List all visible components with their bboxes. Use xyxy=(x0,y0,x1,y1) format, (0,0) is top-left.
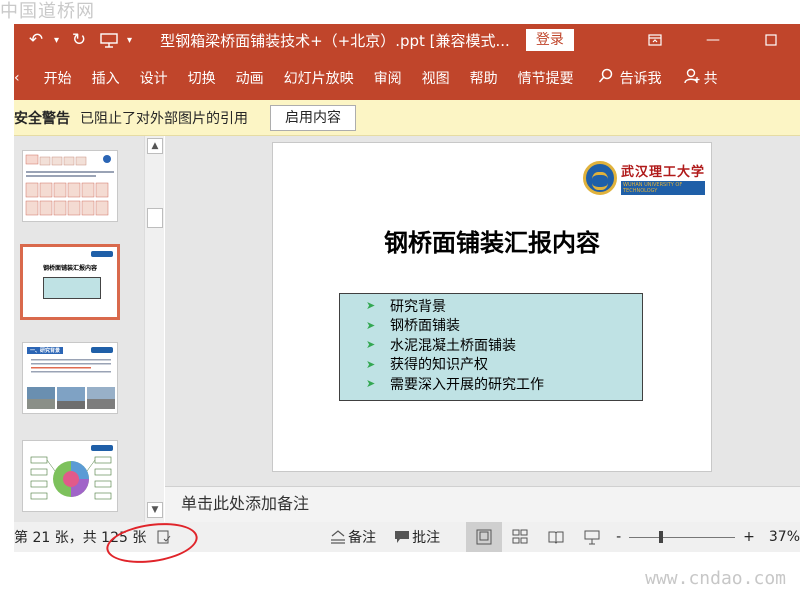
slide-title[interactable]: 钢桥面铺装汇报内容 xyxy=(273,223,711,258)
tab-view[interactable]: 视图 xyxy=(422,68,450,88)
scroll-down-icon[interactable]: ▼ xyxy=(147,502,163,518)
security-warning-message: 已阻止了对外部图片的引用 xyxy=(80,110,248,127)
bullet-item: ➤ 获得的知识产权 xyxy=(366,357,488,374)
reading-view-icon[interactable] xyxy=(538,522,574,552)
zoom-control: - + 37% xyxy=(616,529,800,545)
slide-thumbnail-2-selected[interactable]: 钢桥面铺装汇报内容 xyxy=(20,244,120,320)
site-watermark-top: 中国道桥网 xyxy=(0,1,95,22)
share-button[interactable]: 共 xyxy=(683,68,718,88)
share-label: 共 xyxy=(703,71,718,87)
presenter-icon[interactable] xyxy=(97,28,121,52)
zoom-slider-knob[interactable] xyxy=(659,530,664,543)
slide-thumbnail-4[interactable] xyxy=(22,440,118,512)
current-slide[interactable]: 武汉理工大学 WUHAN UNIVERSITY OF TECHNOLOGY 钢桥… xyxy=(272,142,712,472)
tell-me-label: 告诉我 xyxy=(619,71,662,87)
arrow-bullet-icon: ➤ xyxy=(366,377,376,391)
tab-help[interactable]: 帮助 xyxy=(470,68,498,88)
tab-review[interactable]: 审阅 xyxy=(374,68,402,88)
minimize-icon[interactable]: — xyxy=(684,24,742,56)
bullet-item: ➤ 需要深入开展的研究工作 xyxy=(366,376,544,393)
ribbon-tabs: ‹ 开始 插入 设计 切换 动画 幻灯片放映 审阅 视图 帮助 情节提要 告诉我… xyxy=(14,56,800,100)
normal-view-icon[interactable] xyxy=(466,522,503,552)
undo-icon[interactable]: ↶ xyxy=(24,28,48,52)
tab-insert[interactable]: 插入 xyxy=(92,68,120,88)
tab-home[interactable]: 开始 xyxy=(44,68,72,88)
scroll-up-icon[interactable]: ▲ xyxy=(147,138,163,154)
zoom-slider[interactable] xyxy=(629,530,736,543)
tab-storyboard[interactable]: 情节提要 xyxy=(518,68,574,88)
bullet-list-box[interactable]: ➤ 研究背景 ➤ 钢桥面铺装 ➤ 水泥混凝土桥面铺装 ➤ 获得的知识产权 ➤ 需要深入开展… xyxy=(339,293,643,401)
slide-thumbnail-1[interactable] xyxy=(22,150,118,222)
arrow-bullet-icon: ➤ xyxy=(366,338,376,352)
ribbon-display-icon[interactable] xyxy=(626,24,684,56)
thumbnail-2-title: 钢桥面铺装汇报内容 xyxy=(42,265,97,272)
tab-slideshow[interactable]: 幻灯片放映 xyxy=(284,68,354,88)
comments-button[interactable]: 批注 xyxy=(392,527,440,547)
enable-content-button[interactable]: 启用内容 xyxy=(270,104,356,131)
thumbnail-bullet-box xyxy=(43,277,101,299)
notes-pane[interactable]: 单击此处添加备注 xyxy=(165,486,800,522)
login-button[interactable]: 登录 xyxy=(525,29,574,51)
customize-qat-icon[interactable]: ▾ xyxy=(127,35,132,46)
site-watermark-bottom: www.cndao.com xyxy=(645,568,786,589)
security-warning-title: 安全警告 xyxy=(14,110,70,127)
notes-icon xyxy=(328,527,348,547)
slideshow-view-icon[interactable] xyxy=(574,522,610,552)
person-icon xyxy=(683,68,700,88)
bullet-item: ➤ 研究背景 xyxy=(366,298,446,315)
security-warning-bar: 安全警告 已阻止了对外部图片的引用 启用内容 xyxy=(14,100,800,136)
thumbnails-scrollbar[interactable]: ▲ ▼ xyxy=(144,136,164,522)
comments-label: 批注 xyxy=(412,530,441,546)
redo-icon[interactable]: ↻ xyxy=(67,28,91,52)
quick-access-toolbar: ↶ ▾ ↻ ▾ xyxy=(24,28,140,52)
zoom-in-button[interactable]: + xyxy=(743,529,755,545)
document-title: 型钢箱梁桥面铺装技术+（+北京）.ppt [兼容模式... xyxy=(160,31,510,50)
diagram-thumbnail-image xyxy=(30,445,113,500)
scrollbar-thumb[interactable] xyxy=(147,208,163,228)
notes-label: 备注 xyxy=(348,530,377,546)
arrow-bullet-icon: ➤ xyxy=(366,357,376,371)
bridge-photos-thumbnail-image xyxy=(27,359,115,409)
maximize-icon[interactable] xyxy=(742,24,800,56)
title-bar: ↶ ▾ ↻ ▾ 型钢箱梁桥面铺装技术+（+北京）.ppt [兼容模式... 登录… xyxy=(14,24,800,56)
bullet-item: ➤ 水泥混凝土桥面铺装 xyxy=(366,337,516,354)
tab-animations[interactable]: 动画 xyxy=(236,68,264,88)
zoom-out-button[interactable]: - xyxy=(616,529,621,545)
bullet-item: ➤ 钢桥面铺装 xyxy=(366,318,460,335)
thumbnail-logo-icon xyxy=(91,251,113,257)
tab-transitions[interactable]: 切换 xyxy=(188,68,216,88)
university-emblem-icon xyxy=(583,161,617,195)
undo-dropdown-icon[interactable]: ▾ xyxy=(54,35,59,46)
slide-sorter-view-icon[interactable] xyxy=(502,522,538,552)
university-logo: 武汉理工大学 WUHAN UNIVERSITY OF TECHNOLOGY xyxy=(583,159,705,197)
university-name-cn: 武汉理工大学 xyxy=(621,165,706,180)
university-name-en: WUHAN UNIVERSITY OF TECHNOLOGY xyxy=(621,181,705,195)
comment-icon xyxy=(392,527,412,547)
arrow-bullet-icon: ➤ xyxy=(366,299,376,313)
slide-thumbnail-3[interactable]: 一、研究背景 xyxy=(22,342,118,414)
tab-file-edge[interactable]: ‹ xyxy=(14,70,20,86)
certificates-thumbnail-image xyxy=(25,154,114,216)
tell-me-search[interactable]: 告诉我 xyxy=(598,68,662,88)
notes-toggle-button[interactable]: 备注 xyxy=(328,527,376,547)
zoom-percentage[interactable]: 37% xyxy=(769,529,800,545)
search-icon xyxy=(598,68,614,88)
arrow-bullet-icon: ➤ xyxy=(366,318,376,332)
tab-design[interactable]: 设计 xyxy=(140,68,168,88)
slide-thumbnails-pane: 钢桥面铺装汇报内容 一、研究背景 xyxy=(14,136,144,522)
